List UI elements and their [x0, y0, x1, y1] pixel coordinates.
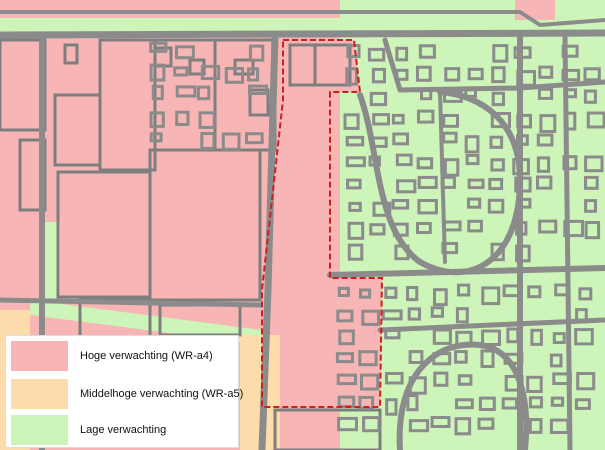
legend-label-medium: Middelhoge verwachting (WR-a5)	[80, 388, 244, 400]
legend-label-high: Hoge verwachting (WR-a4)	[80, 350, 213, 362]
legend-label-low: Lage verwachting	[80, 424, 167, 436]
street-main-north	[0, 29, 605, 39]
legend-item-low: Lage verwachting	[11, 415, 235, 445]
zone-high-top-right	[515, 0, 555, 20]
legend-swatch-medium	[11, 379, 68, 409]
legend: Hoge verwachting (WR-a4) Middelhoge verw…	[5, 335, 243, 448]
legend-swatch-high	[11, 341, 68, 371]
legend-swatch-low	[11, 415, 68, 445]
legend-item-medium: Middelhoge verwachting (WR-a5)	[11, 379, 243, 409]
legend-item-high: Hoge verwachting (WR-a4)	[11, 341, 235, 371]
